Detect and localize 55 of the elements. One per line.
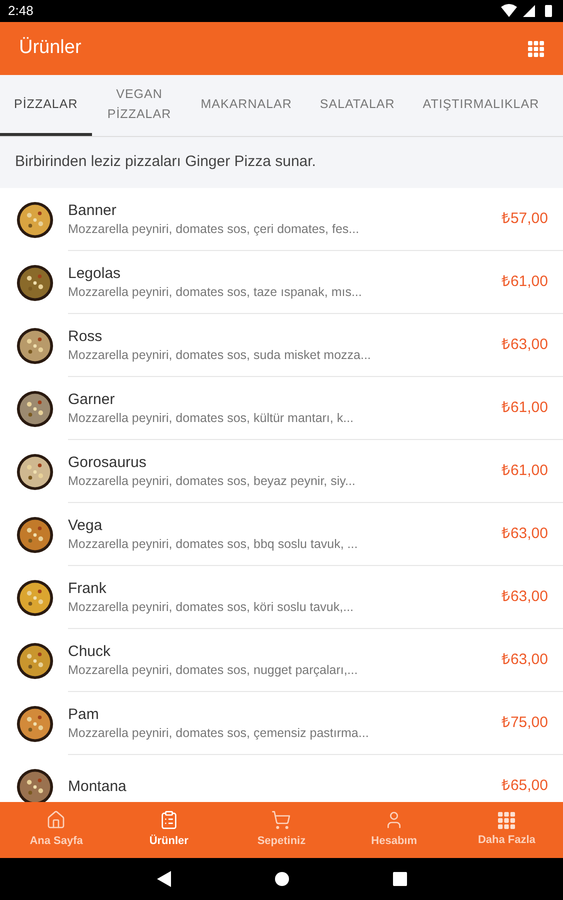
category-description: Birbirinden leziz pizzaları Ginger Pizza sunar. — [15, 152, 316, 172]
product-description: Mozzarella peyniri, domates sos, kültür mantarı, k... — [68, 410, 355, 426]
product-price: ₺75,00 — [501, 712, 548, 733]
product-name: Pam — [68, 704, 100, 724]
home-button-icon[interactable] — [274, 872, 288, 886]
product-name: Frank — [68, 578, 108, 598]
category-tab[interactable]: VEGAN PİZZALAR — [92, 75, 187, 136]
category-tab[interactable]: SALATALAR — [306, 75, 409, 136]
back-icon[interactable] — [156, 871, 170, 887]
product-name: Banner — [68, 200, 118, 220]
product-price: ₺63,00 — [501, 650, 548, 670]
product-row[interactable]: Garner Mozzarella peyniri, domates sos, kültür mantarı, k... ₺61,00 — [0, 377, 563, 440]
product-price: ₺63,00 — [501, 524, 548, 544]
product-price: ₺63,00 — [501, 334, 548, 355]
grid-icon[interactable] — [498, 812, 516, 829]
product-row[interactable]: Legolas Mozzarella peyniri, domates sos, taze ıspanak, mıs... ₺61,00 — [0, 251, 563, 314]
grid-icon[interactable] — [528, 40, 544, 56]
product-row[interactable]: Chuck Mozzarella peyniri, domates sos, nugget parçaları,... ₺63,00 — [0, 629, 563, 692]
status-time: 2:48 — [8, 2, 34, 20]
product-description: Mozzarella peyniri, domates sos, beyaz peynir, siy... — [68, 472, 356, 490]
product-description: Mozzarella peyniri, domates sos, nugget parçaları,... — [68, 662, 359, 678]
product-name: Chuck — [68, 642, 112, 660]
product-price: ₺61,00 — [501, 460, 548, 481]
app-title: Ürünler — [19, 36, 82, 60]
clipboard-icon — [158, 810, 179, 830]
product-name: Vega — [68, 516, 104, 534]
product-name: Gorosaurus — [68, 452, 148, 472]
product-row[interactable]: Pam Mozzarella peyniri, domates sos, çemensiz pastırma... ₺75,00 — [0, 692, 563, 755]
product-name: Ross — [68, 326, 104, 346]
product-price: ₺61,00 — [501, 272, 548, 292]
product-price: ₺57,00 — [501, 208, 548, 229]
product-description: Mozzarella peyniri, domates sos, suda misket mozza... — [68, 346, 372, 364]
product-price: ₺65,00 — [501, 776, 548, 796]
product-description: Mozzarella peyniri, domates sos, köri soslu tavuk,... — [68, 598, 355, 616]
product-row[interactable]: Frank Mozzarella peyniri, domates sos, köri soslu tavuk,... ₺63,00 — [0, 566, 563, 629]
product-name: Garner — [68, 390, 116, 408]
product-description: Mozzarella peyniri, domates sos, çeri domates, fes... — [68, 220, 360, 238]
status-icons — [501, 4, 555, 18]
recents-icon[interactable] — [392, 872, 406, 886]
product-row[interactable]: Gorosaurus Mozzarella peyniri, domates sos, beyaz peynir, siy... ₺61,00 — [0, 440, 563, 503]
product-description: Mozzarella peyniri, domates sos, çemensiz pastırma... — [68, 724, 370, 742]
product-name: Montana — [68, 777, 128, 796]
cart-icon — [271, 810, 292, 830]
product-row[interactable]: Banner Mozzarella peyniri, domates sos, çeri domates, fes... ₺57,00 — [0, 188, 563, 251]
category-tab[interactable]: ATIŞTIRMALIKLAR — [408, 75, 554, 136]
product-row[interactable]: Montana ₺65,00 — [0, 755, 563, 802]
product-price: ₺63,00 — [501, 586, 548, 607]
product-row[interactable]: Ross Mozzarella peyniri, domates sos, suda misket mozza... ₺63,00 — [0, 314, 563, 377]
product-description: Mozzarella peyniri, domates sos, taze ıspanak, mıs... — [68, 284, 363, 300]
product-description: Mozzarella peyniri, domates sos, bbq soslu tavuk, ... — [68, 536, 359, 552]
category-tab[interactable]: MAKARNALAR — [186, 75, 306, 136]
product-price: ₺61,00 — [501, 398, 548, 418]
home-icon — [46, 810, 66, 830]
product-name: Legolas — [68, 264, 122, 282]
product-row[interactable]: Vega Mozzarella peyniri, domates sos, bbq soslu tavuk, ... ₺63,00 — [0, 503, 563, 566]
